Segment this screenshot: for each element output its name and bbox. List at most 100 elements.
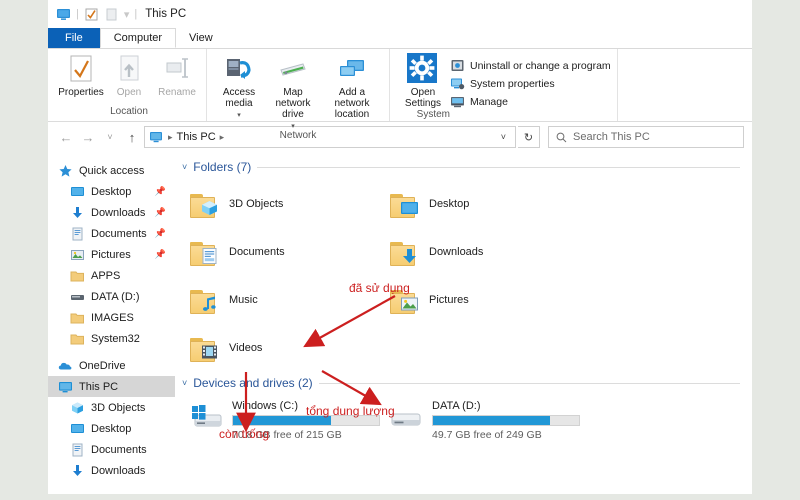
search-box[interactable]: Search This PC	[548, 126, 744, 148]
sidebar-item-desktop-2[interactable]: Desktop	[48, 418, 175, 439]
documents-icon	[70, 227, 85, 241]
open-settings-button[interactable]: Open Settings	[400, 53, 446, 109]
downloads-icon	[70, 206, 85, 220]
monitor-icon[interactable]	[56, 7, 71, 22]
drive-item-data-d[interactable]: DATA (D:) 49.7 GB free of 249 GB	[390, 396, 590, 441]
sidebar-item-music[interactable]: Music	[48, 481, 175, 487]
sidebar-item-desktop[interactable]: Desktop 📌	[48, 181, 175, 202]
sidebar-item-downloads-2[interactable]: Downloads	[48, 460, 175, 481]
chevron-down-icon[interactable]: ▾	[237, 111, 241, 119]
ribbon-group-system: Open Settings Uninstall or change a prog…	[389, 49, 617, 121]
chevron-down-icon[interactable]: ▾	[291, 122, 295, 130]
pin-icon[interactable]: 📌	[155, 228, 166, 239]
ribbon-group-location: Properties Open Rename Location	[52, 49, 206, 121]
drive-usage-fill	[433, 416, 550, 425]
folder-name: Pictures	[429, 294, 469, 306]
pin-icon[interactable]: 📌	[155, 249, 166, 260]
open-label: Open	[116, 87, 142, 98]
new-folder-icon[interactable]	[104, 7, 119, 22]
title-bar: | ▾ | This PC	[48, 0, 752, 28]
folder-item-desktop[interactable]: Desktop	[390, 180, 590, 228]
address-bar: ← → ˅ ↑ ▸ This PC ▸ ˅ ↻ Search This PC	[48, 122, 752, 152]
open-button[interactable]: Open	[106, 53, 152, 98]
sidebar-item-quick-access[interactable]: Quick access	[48, 160, 175, 181]
tab-file[interactable]: File	[48, 28, 100, 48]
manage-button[interactable]: Manage	[450, 94, 611, 109]
sidebar-item-apps[interactable]: APPS	[48, 265, 175, 286]
uninstall-program-label: Uninstall or change a program	[470, 59, 611, 72]
folder-item-documents[interactable]: Documents	[190, 228, 390, 276]
pin-icon[interactable]: 📌	[155, 207, 166, 218]
system-properties-button[interactable]: System properties	[450, 76, 611, 91]
up-button[interactable]: ↑	[122, 127, 142, 147]
sidebar-item-documents[interactable]: Documents 📌	[48, 223, 175, 244]
sidebar-item-this-pc[interactable]: This PC	[48, 376, 175, 397]
folder-desktop-icon	[390, 192, 420, 218]
folder-name: Downloads	[429, 246, 484, 258]
sidebar-label: DATA (D:)	[91, 290, 140, 303]
sidebar-label: Documents	[91, 227, 147, 240]
star-icon	[58, 164, 73, 178]
ribbon-tabstrip: File Computer View	[48, 28, 752, 48]
manage-label: Manage	[470, 95, 508, 108]
add-network-location-button[interactable]: Add a network location	[321, 53, 383, 120]
folder-item-pictures[interactable]: Pictures	[390, 276, 590, 324]
recent-locations-button[interactable]: ˅	[100, 127, 120, 147]
drive-usage-bar	[432, 415, 580, 426]
system-properties-icon	[450, 76, 465, 91]
ribbon-group-network: Access media ▾ Map network drive ▾ Add a…	[206, 49, 389, 141]
chevron-down-icon[interactable]: ˅	[182, 378, 187, 388]
sidebar-item-data-d[interactable]: DATA (D:)	[48, 286, 175, 307]
folder-documents-icon	[190, 240, 220, 266]
back-button[interactable]: ←	[56, 127, 76, 147]
rename-label: Rename	[158, 87, 196, 98]
section-rule	[318, 382, 740, 384]
properties-icon[interactable]	[84, 7, 99, 22]
sidebar-item-onedrive[interactable]: OneDrive	[48, 355, 175, 376]
pin-icon[interactable]: 📌	[155, 186, 166, 197]
uninstall-icon	[450, 58, 465, 73]
folder-item-3d-objects[interactable]: 3D Objects	[190, 180, 390, 228]
forward-button[interactable]: →	[78, 127, 98, 147]
open-icon	[113, 53, 145, 85]
devices-section-title: Devices and drives (2)	[193, 376, 313, 390]
monitor-icon	[58, 380, 73, 394]
sidebar-item-documents-2[interactable]: Documents	[48, 439, 175, 460]
folder-icon	[70, 269, 85, 283]
chevron-down-icon[interactable]: ▾	[124, 8, 130, 21]
rename-icon	[161, 53, 193, 85]
sidebar-label: Desktop	[91, 422, 132, 435]
refresh-button[interactable]: ↻	[518, 126, 540, 148]
sidebar-item-downloads[interactable]: Downloads 📌	[48, 202, 175, 223]
windows-drive-icon	[190, 396, 224, 427]
breadcrumb-separator-2[interactable]: ▸	[220, 132, 225, 143]
sidebar-label: Downloads	[91, 464, 146, 477]
folders-section-header[interactable]: ˅ Folders (7)	[176, 160, 752, 174]
devices-section-header[interactable]: ˅ Devices and drives (2)	[176, 376, 752, 390]
access-media-button[interactable]: Access media ▾	[213, 53, 265, 119]
map-network-drive-button[interactable]: Map network drive ▾	[267, 53, 319, 130]
folder-item-videos[interactable]: Videos	[190, 324, 390, 372]
drive-capacity-text: 49.7 GB free of 249 GB	[432, 429, 542, 441]
manage-icon	[450, 94, 465, 109]
sidebar-item-3d-objects[interactable]: 3D Objects	[48, 397, 175, 418]
breadcrumb-item-this-pc[interactable]: This PC	[177, 131, 216, 143]
drive-icon	[390, 396, 424, 426]
ribbon-empty-space	[616, 49, 752, 121]
open-settings-label: Open Settings	[404, 87, 442, 109]
annotation-total: tổng dung lượng	[306, 404, 395, 418]
add-network-location-icon	[336, 53, 368, 85]
breadcrumb-dropdown-icon[interactable]: ˅	[496, 132, 511, 142]
folder-item-downloads[interactable]: Downloads	[390, 228, 590, 276]
sidebar-item-images[interactable]: IMAGES	[48, 307, 175, 328]
sidebar-item-system32[interactable]: System32	[48, 328, 175, 349]
properties-button[interactable]: Properties	[58, 53, 104, 98]
title-divider-2: |	[134, 8, 138, 20]
ribbon-group-location-label: Location	[110, 106, 148, 117]
uninstall-program-button[interactable]: Uninstall or change a program	[450, 58, 611, 73]
sidebar-item-pictures[interactable]: Pictures 📌	[48, 244, 175, 265]
tab-view[interactable]: View	[176, 28, 226, 48]
tab-computer[interactable]: Computer	[99, 28, 177, 48]
chevron-down-icon[interactable]: ˅	[182, 162, 187, 172]
rename-button[interactable]: Rename	[154, 53, 200, 98]
